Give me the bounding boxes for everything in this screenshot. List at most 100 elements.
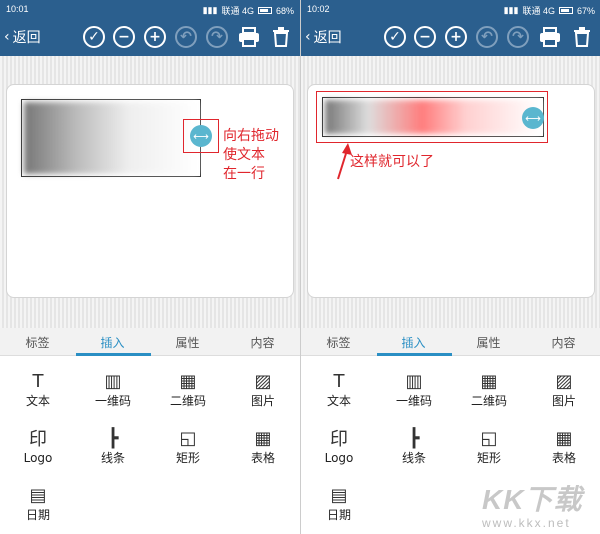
annotation-text: 这样就可以了 (350, 154, 434, 170)
redo-icon[interactable]: ↷ (507, 26, 529, 48)
insert-line[interactable]: ┣ 线条 (83, 425, 143, 466)
insert-text[interactable]: T 文本 (309, 368, 369, 409)
table-icon: ▦ (254, 427, 272, 449)
zoom-in-icon[interactable]: + (144, 26, 166, 48)
text-element[interactable] (21, 99, 201, 177)
battery-label: 67% (576, 5, 595, 16)
tab-content[interactable]: 内容 (526, 334, 600, 351)
calendar-icon: ▤ (330, 484, 348, 506)
back-button[interactable]: ‹ 返回 (4, 27, 41, 47)
tab-bar: 标签 插入 属性 内容 (0, 328, 300, 356)
rectangle-icon: ◱ (480, 427, 498, 449)
trash-icon[interactable] (270, 26, 292, 48)
status-right: ▮▮▮ 联通 4G 67% (504, 4, 595, 17)
watermark-logo: KK下载 (482, 484, 583, 515)
insert-table[interactable]: ▦ 表格 (534, 425, 594, 466)
label-card: ⟷ 这样就可以了 (307, 84, 595, 298)
text-icon: T (32, 370, 44, 392)
image-icon: ▨ (555, 370, 573, 392)
top-toolbar: ‹ 返回 ✓ − + ↶ ↷ (0, 18, 300, 56)
highlight-box (316, 91, 548, 143)
insert-rectangle[interactable]: ◱ 矩形 (459, 425, 519, 466)
annotation-line-1: 向右拖动 (223, 128, 279, 144)
active-tab-indicator (76, 353, 151, 356)
undo-icon[interactable]: ↶ (476, 26, 498, 48)
tab-bar: 标签 插入 属性 内容 (301, 328, 600, 356)
network-label: 联通 4G (221, 6, 254, 16)
insert-qrcode[interactable]: ▦ 二维码 (158, 368, 218, 409)
site-watermark: KK下载 www.kkx.net (482, 478, 582, 530)
chevron-left-icon: ‹ (305, 29, 311, 45)
insert-image[interactable]: ▨ 图片 (233, 368, 293, 409)
check-icon[interactable]: ✓ (384, 26, 406, 48)
undo-icon[interactable]: ↶ (175, 26, 197, 48)
back-button[interactable]: ‹ 返回 (305, 27, 342, 47)
insert-line[interactable]: ┣ 线条 (384, 425, 444, 466)
table-icon: ▦ (555, 427, 573, 449)
redo-icon[interactable]: ↷ (206, 26, 228, 48)
check-icon[interactable]: ✓ (83, 26, 105, 48)
battery-icon (257, 7, 272, 14)
tab-label[interactable]: 标签 (301, 334, 376, 351)
watermark-url: www.kkx.net (482, 516, 571, 530)
signal-icon: ▮▮▮ (503, 5, 519, 15)
zoom-out-icon[interactable]: − (414, 26, 436, 48)
logo-icon: 印 (29, 429, 47, 450)
annotation-line-3: 在一行 (223, 166, 265, 182)
tab-insert[interactable]: 插入 (376, 334, 451, 351)
insert-barcode[interactable]: ▥ 一维码 (83, 368, 143, 409)
qrcode-icon: ▦ (480, 370, 498, 392)
calendar-icon: ▤ (29, 484, 47, 506)
right-phone-screen: 10:02 ▮▮▮ 联通 4G 67% ‹ 返回 ✓ − + ↶ ↷ ⟷ 这样就… (300, 0, 600, 534)
top-toolbar: ‹ 返回 ✓ − + ↶ ↷ (301, 18, 600, 56)
barcode-icon: ▥ (405, 370, 423, 392)
tab-label[interactable]: 标签 (0, 334, 75, 351)
line-icon: ┣ (107, 427, 119, 449)
chevron-left-icon: ‹ (4, 29, 10, 45)
label-canvas: ⟷ 这样就可以了 (301, 56, 600, 328)
print-icon[interactable] (238, 26, 260, 48)
qrcode-icon: ▦ (179, 370, 197, 392)
status-time: 10:02 (307, 4, 330, 14)
insert-logo[interactable]: 印 Logo (8, 425, 68, 466)
line-icon: ┣ (408, 427, 420, 449)
blurred-text (24, 102, 198, 174)
tab-properties[interactable]: 属性 (451, 334, 526, 351)
signal-icon: ▮▮▮ (202, 5, 218, 15)
status-time: 10:01 (6, 4, 29, 14)
text-icon: T (333, 370, 345, 392)
insert-logo[interactable]: 印 Logo (309, 425, 369, 466)
insert-qrcode[interactable]: ▦ 二维码 (459, 368, 519, 409)
insert-date[interactable]: ▤ 日期 (8, 482, 68, 523)
status-bar: 10:02 ▮▮▮ 联通 4G 67% (301, 0, 600, 18)
print-icon[interactable] (539, 26, 561, 48)
tab-insert[interactable]: 插入 (75, 334, 150, 351)
label-card: ⟷ 向右拖动 使文本 在一行 (6, 84, 294, 298)
back-label: 返回 (313, 30, 342, 46)
left-phone-screen: 10:01 ▮▮▮ 联通 4G 68% ‹ 返回 ✓ − + ↶ ↷ ⟷ 向右拖… (0, 0, 300, 534)
network-label: 联通 4G (522, 6, 555, 16)
status-bar: 10:01 ▮▮▮ 联通 4G 68% (0, 0, 300, 18)
insert-image[interactable]: ▨ 图片 (534, 368, 594, 409)
insert-rectangle[interactable]: ◱ 矩形 (158, 425, 218, 466)
battery-icon (558, 7, 573, 14)
insert-date[interactable]: ▤ 日期 (309, 482, 369, 523)
tab-properties[interactable]: 属性 (150, 334, 225, 351)
back-label: 返回 (12, 30, 41, 46)
trash-icon[interactable] (571, 26, 593, 48)
logo-icon: 印 (330, 429, 348, 450)
insert-table[interactable]: ▦ 表格 (233, 425, 293, 466)
tab-content[interactable]: 内容 (225, 334, 300, 351)
status-right: ▮▮▮ 联通 4G 68% (203, 4, 294, 17)
zoom-in-icon[interactable]: + (445, 26, 467, 48)
insert-text[interactable]: T 文本 (8, 368, 68, 409)
annotation-line-2: 使文本 (223, 147, 265, 163)
battery-label: 68% (275, 5, 294, 16)
image-icon: ▨ (254, 370, 272, 392)
zoom-out-icon[interactable]: − (113, 26, 135, 48)
active-tab-indicator (377, 353, 452, 356)
rectangle-icon: ◱ (179, 427, 197, 449)
label-canvas: ⟷ 向右拖动 使文本 在一行 (0, 56, 300, 328)
insert-barcode[interactable]: ▥ 一维码 (384, 368, 444, 409)
highlight-box (183, 119, 219, 153)
